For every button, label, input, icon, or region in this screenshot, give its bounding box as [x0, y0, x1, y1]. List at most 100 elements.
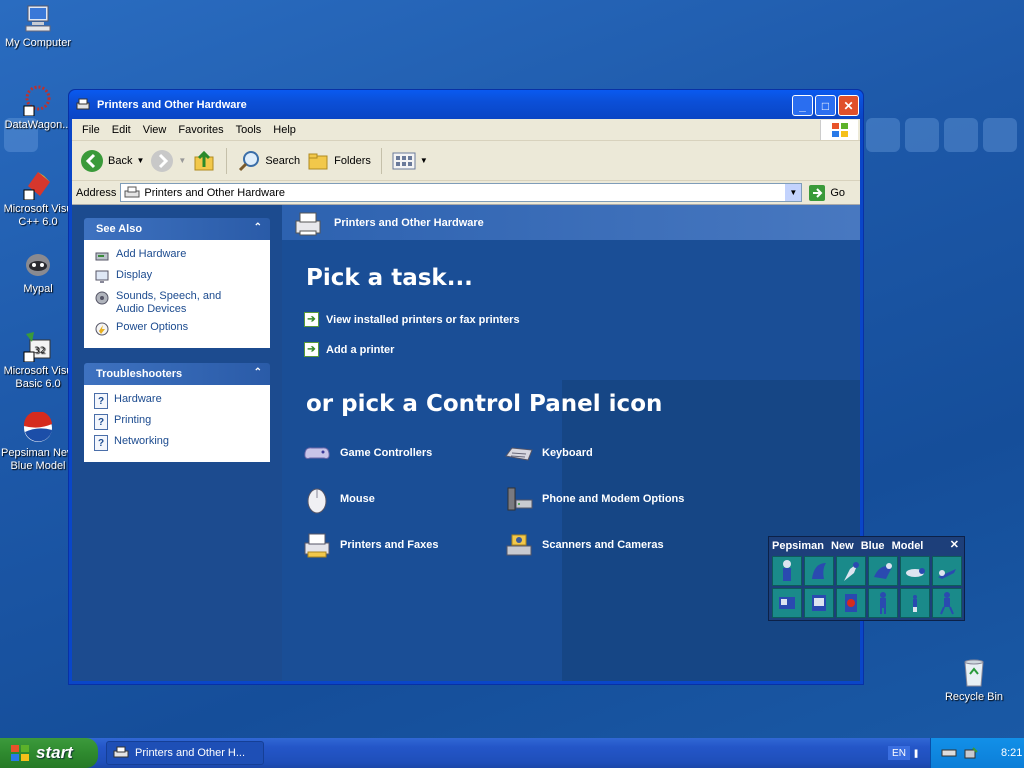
task-add-printer[interactable]: ➔ Add a printer: [304, 342, 394, 357]
forward-button[interactable]: ▼: [150, 149, 186, 173]
address-input[interactable]: Printers and Other Hardware ▼: [120, 183, 803, 202]
desktop-icon-mypal[interactable]: Mypal: [0, 248, 76, 296]
power-options-icon: [95, 322, 109, 336]
pepsiman-pose-icon: [812, 563, 826, 579]
cp-scanners-cameras[interactable]: Scanners and Cameras: [504, 530, 664, 560]
language-indicator[interactable]: EN: [888, 746, 910, 760]
troubleshooter-label: Printing: [114, 414, 152, 426]
folders-label: Folders: [334, 154, 371, 167]
collapse-chevron-icon[interactable]: ⌃: [254, 222, 262, 233]
category-title: Printers and Other Hardware: [334, 216, 484, 229]
window-title: Printers and Other Hardware: [97, 98, 247, 111]
menu-edit[interactable]: Edit: [106, 124, 137, 136]
troubleshooters-header[interactable]: Troubleshooters ⌃: [84, 363, 270, 385]
desktop-icon-datawagon[interactable]: DataWagon...: [0, 84, 76, 132]
safely-remove-hardware-icon[interactable]: [963, 746, 979, 760]
forward-arrow-icon: [151, 149, 174, 172]
start-label: start: [36, 743, 73, 762]
cp-mouse[interactable]: Mouse: [302, 484, 375, 514]
troubleshooter-printing[interactable]: ? Printing: [94, 414, 260, 430]
pepsiman-pose-icon: [845, 594, 857, 612]
desktop-icon-my-computer[interactable]: My Computer: [0, 2, 76, 50]
maximize-button[interactable]: □: [815, 95, 836, 116]
pepsiman-titlebar[interactable]: Pepsiman New Blue Model ✕: [769, 537, 964, 554]
windows-logo-icon: [11, 745, 29, 761]
see-also-power-options[interactable]: Power Options: [94, 321, 260, 337]
see-also-display[interactable]: Display: [94, 269, 260, 285]
see-also-header[interactable]: See Also ⌃: [84, 218, 270, 240]
desktop-icon-recycle-bin[interactable]: Recycle Bin: [936, 656, 1012, 704]
clock[interactable]: 8:21: [1001, 747, 1022, 759]
cp-label: Printers and Faxes: [340, 539, 439, 551]
chevron-down-icon[interactable]: ▼: [420, 156, 428, 165]
mouse-icon: [307, 488, 327, 514]
cp-phone-modem[interactable]: Phone and Modem Options: [504, 484, 684, 514]
pose-thumbnail[interactable]: [932, 556, 962, 586]
pepsiman-window: Pepsiman New Blue Model ✕: [768, 536, 965, 621]
see-also-add-hardware[interactable]: Add Hardware: [94, 248, 260, 264]
help-icon: ?: [94, 414, 108, 430]
menu-file[interactable]: File: [76, 124, 106, 136]
chevron-down-icon[interactable]: ▼: [136, 156, 144, 165]
taskbar-window-button[interactable]: Printers and Other H...: [106, 741, 264, 765]
pose-thumbnail[interactable]: [772, 588, 802, 618]
search-button[interactable]: Search: [237, 149, 300, 173]
task-arrow-icon: ➔: [304, 342, 319, 357]
troubleshooter-networking[interactable]: ? Networking: [94, 435, 260, 451]
pose-thumbnail[interactable]: [900, 556, 930, 586]
taskbar: start Printers and Other H... EN ▐ 8:21: [0, 738, 1024, 768]
address-value: Printers and Other Hardware: [144, 186, 285, 199]
desktop-icon-visual-basic[interactable]: 32 Microsoft Visu Basic 6.0: [0, 330, 76, 391]
desktop-icon-label: Microsoft Visu C++ 6.0: [3, 203, 73, 228]
start-button[interactable]: start: [0, 738, 98, 768]
views-button[interactable]: ▼: [392, 151, 428, 171]
cp-keyboard[interactable]: Keyboard: [504, 438, 593, 468]
pose-thumbnail[interactable]: [900, 588, 930, 618]
explorer-window: Printers and Other Hardware _ □ ✕ File E…: [68, 89, 864, 685]
go-button[interactable]: Go: [808, 184, 845, 202]
close-button[interactable]: ✕: [838, 95, 859, 116]
task-view-printers[interactable]: ➔ View installed printers or fax printer…: [304, 312, 520, 327]
pose-thumbnail[interactable]: [772, 556, 802, 586]
troubleshooters-panel: Troubleshooters ⌃ ? Hardware ? Printing: [84, 363, 270, 462]
see-also-sounds[interactable]: Sounds, Speech, and Audio Devices: [94, 290, 260, 316]
pose-thumbnail[interactable]: [804, 556, 834, 586]
address-dropdown-button[interactable]: ▼: [785, 184, 802, 201]
network-icon[interactable]: [941, 748, 957, 758]
pose-thumbnail[interactable]: [932, 588, 962, 618]
language-bar-icon[interactable]: ▐: [912, 750, 917, 758]
datawagon-icon: [23, 85, 51, 116]
desktop-icon-pepsiman[interactable]: Pepsiman New Blue Model: [0, 412, 76, 473]
pepsiman-close-button[interactable]: ✕: [950, 538, 959, 551]
pose-thumbnail[interactable]: [868, 588, 898, 618]
pepsiman-pose-icon: [906, 568, 925, 577]
up-folder-button[interactable]: [192, 149, 216, 173]
cp-game-controllers[interactable]: Game Controllers: [302, 438, 432, 468]
pepsiman-pose-icon: [938, 569, 956, 579]
chevron-down-icon[interactable]: ▼: [178, 156, 186, 165]
folders-button[interactable]: Folders: [306, 149, 371, 173]
minimize-button[interactable]: _: [792, 95, 813, 116]
up-folder-icon: [194, 150, 214, 170]
back-button[interactable]: Back ▼: [80, 149, 144, 173]
menu-help[interactable]: Help: [267, 124, 302, 136]
troubleshooter-label: Hardware: [114, 393, 162, 405]
troubleshooter-hardware[interactable]: ? Hardware: [94, 393, 260, 409]
collapse-chevron-icon[interactable]: ⌃: [254, 367, 262, 378]
menu-tools[interactable]: Tools: [230, 124, 268, 136]
recycle-bin-icon: [964, 659, 984, 687]
menu-view[interactable]: View: [137, 124, 173, 136]
help-icon: ?: [94, 435, 108, 451]
pose-thumbnail[interactable]: [836, 588, 866, 618]
pose-thumbnail[interactable]: [868, 556, 898, 586]
printer-icon: [76, 98, 90, 109]
see-also-label: Display: [116, 269, 153, 281]
desktop-icon-visual-cpp[interactable]: Microsoft Visu C++ 6.0: [0, 168, 76, 229]
pose-thumbnail[interactable]: [836, 556, 866, 586]
window-titlebar[interactable]: Printers and Other Hardware _ □ ✕: [69, 90, 863, 119]
cp-printers-faxes[interactable]: Printers and Faxes: [302, 530, 438, 560]
menu-favorites[interactable]: Favorites: [172, 124, 229, 136]
cp-label: Keyboard: [542, 447, 593, 459]
see-also-label: Sounds, Speech, and Audio Devices: [116, 290, 222, 315]
pose-thumbnail[interactable]: [804, 588, 834, 618]
